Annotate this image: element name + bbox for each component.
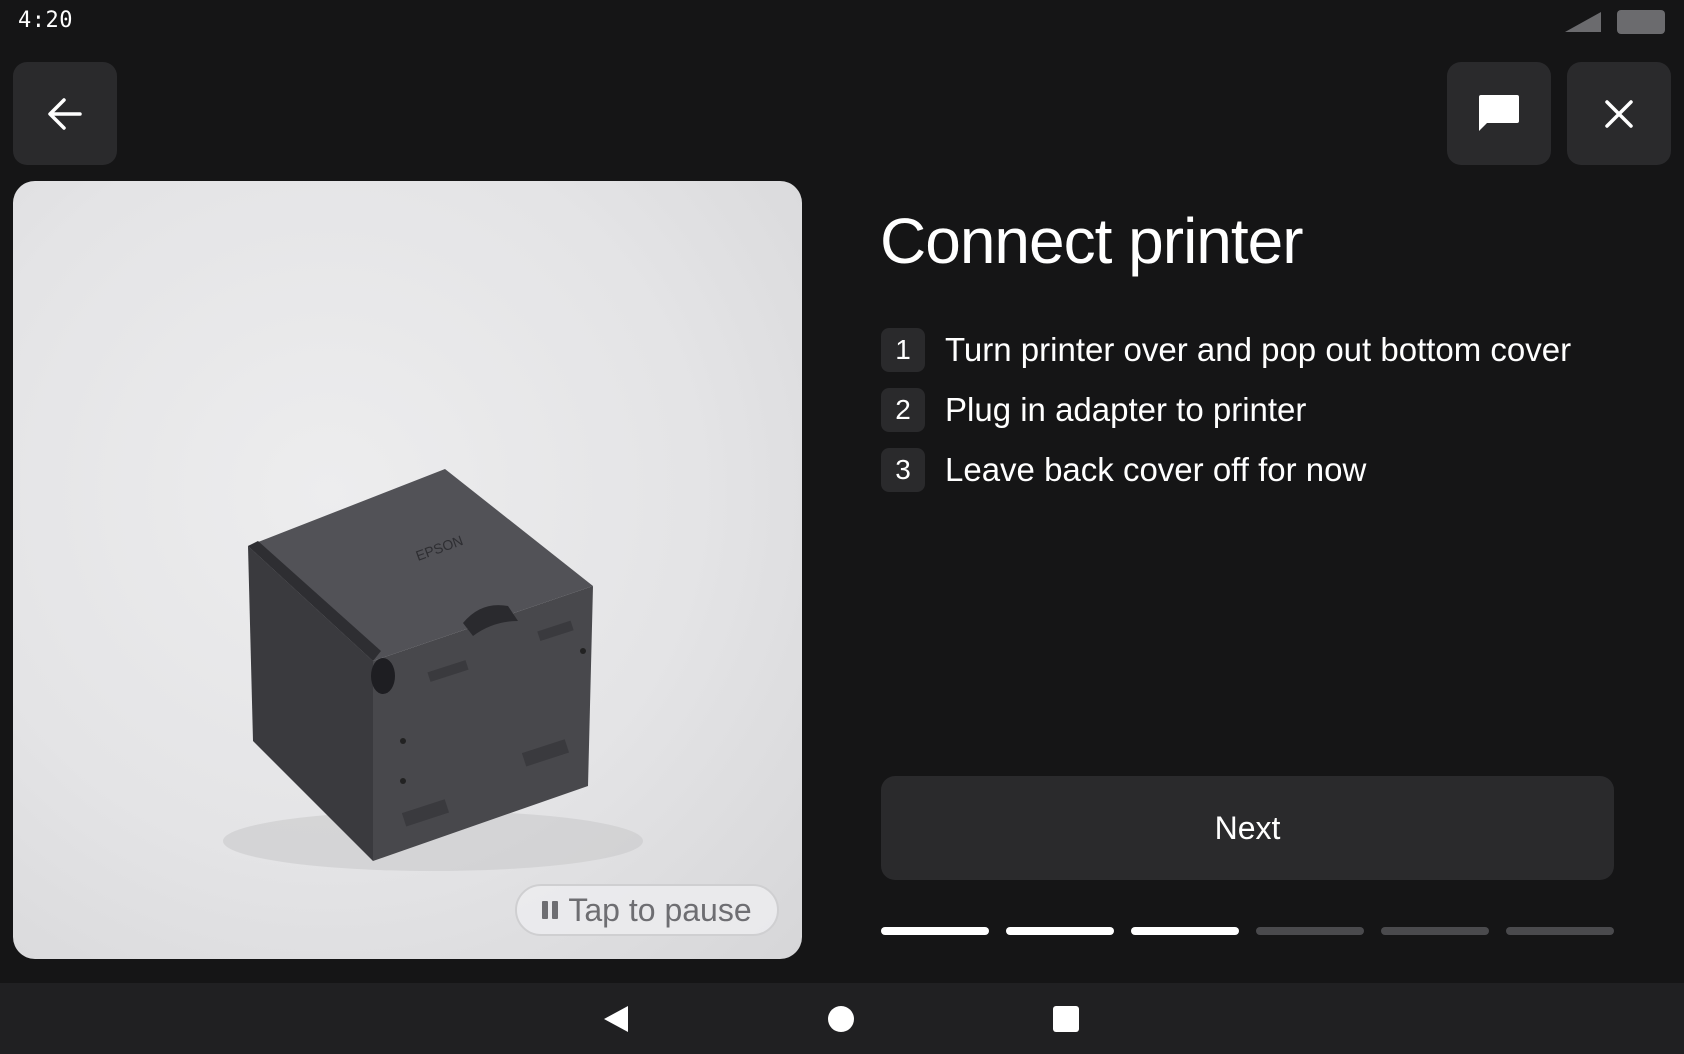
- step-item: 2 Plug in adapter to printer: [881, 380, 1571, 440]
- step-text: Turn printer over and pop out bottom cov…: [945, 331, 1572, 368]
- nav-recents-button[interactable]: [1038, 991, 1094, 1047]
- close-button[interactable]: [1567, 62, 1671, 165]
- step-number-badge: 1: [881, 328, 925, 372]
- step-progress-indicator: [881, 927, 1614, 935]
- next-button[interactable]: Next: [881, 776, 1614, 880]
- connect-printer-screen: 4:20 EPSON Tap to pause Connect printer …: [0, 0, 1684, 1054]
- tap-to-pause-button[interactable]: Tap to pause: [515, 884, 779, 936]
- pause-label: Tap to pause: [568, 891, 752, 928]
- nav-home-button[interactable]: [813, 991, 869, 1047]
- close-icon: [1605, 99, 1633, 128]
- system-navigation-bar: [0, 983, 1684, 1054]
- pause-icon: [542, 901, 559, 919]
- progress-segment-pending: [1506, 927, 1614, 935]
- battery-icon: [1617, 10, 1665, 34]
- progress-segment-complete: [1131, 927, 1239, 935]
- chat-bubble-icon: [1479, 94, 1519, 131]
- progress-segment-complete: [1006, 927, 1114, 935]
- step-item: 3 Leave back cover off for now: [881, 440, 1571, 500]
- nav-home-circle-icon: [828, 1006, 854, 1032]
- step-text: Leave back cover off for now: [945, 451, 1367, 488]
- progress-segment-pending: [1381, 927, 1489, 935]
- instruction-video[interactable]: EPSON Tap to pause: [13, 181, 802, 959]
- step-number-badge: 3: [881, 448, 925, 492]
- back-button[interactable]: [13, 62, 117, 165]
- chat-support-button[interactable]: [1447, 62, 1551, 165]
- step-item: 1 Turn printer over and pop out bottom c…: [881, 320, 1571, 380]
- page-title: Connect printer: [880, 205, 1304, 277]
- arrow-left-icon: [48, 97, 82, 130]
- nav-back-button[interactable]: [588, 991, 644, 1047]
- progress-segment-complete: [881, 927, 989, 935]
- instruction-steps: 1 Turn printer over and pop out bottom c…: [881, 320, 1571, 500]
- progress-segment-pending: [1256, 927, 1364, 935]
- status-time: 4:20: [18, 8, 73, 33]
- cellular-signal-icon: [1565, 12, 1601, 32]
- printer-image: EPSON: [223, 469, 643, 871]
- step-number-badge: 2: [881, 388, 925, 432]
- nav-back-triangle-icon: [604, 1006, 628, 1032]
- nav-recents-square-icon: [1053, 1006, 1079, 1032]
- step-text: Plug in adapter to printer: [945, 391, 1307, 428]
